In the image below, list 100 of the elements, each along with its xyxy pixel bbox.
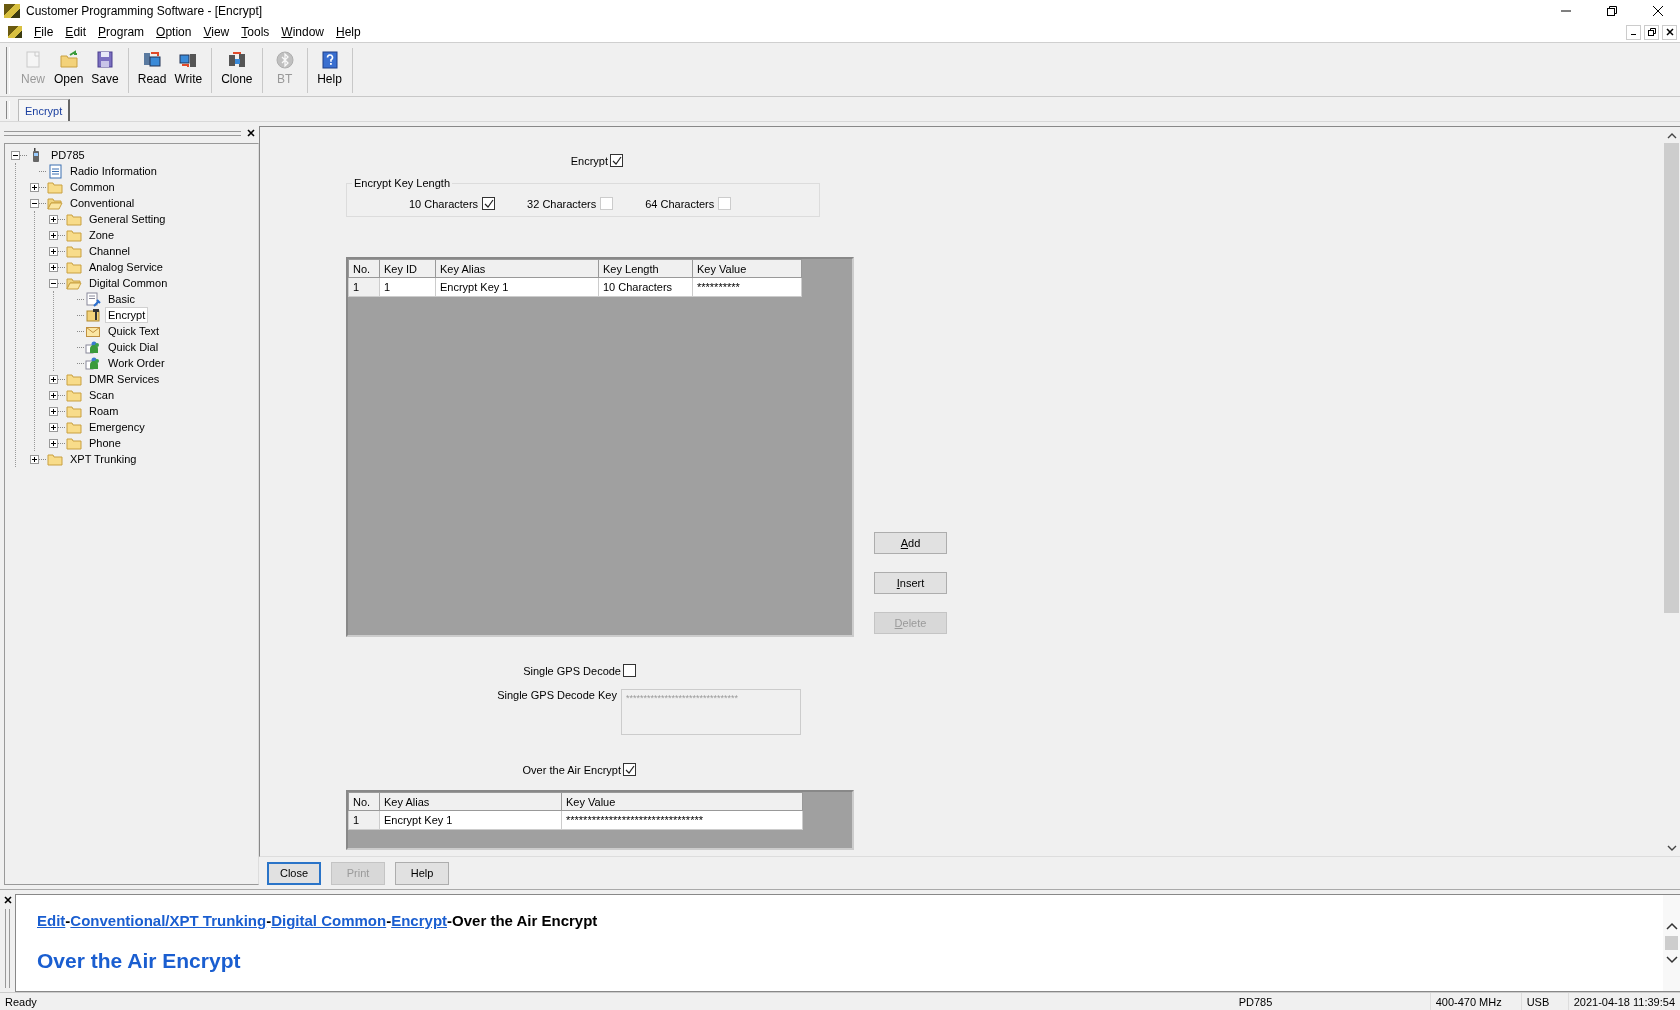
tree-item[interactable]: DMR Services: [86, 371, 163, 387]
expand-toggle[interactable]: [49, 422, 58, 432]
scroll-up-icon[interactable]: [1665, 922, 1678, 930]
tree-item[interactable]: Emergency: [86, 419, 148, 435]
restore-icon[interactable]: [1606, 5, 1618, 17]
checkbox[interactable]: [623, 763, 636, 776]
tree-item[interactable]: Phone: [86, 435, 124, 451]
menu-item[interactable]: Window: [275, 25, 330, 39]
tree-item[interactable]: PD785: [48, 147, 88, 163]
action-button[interactable]: Help: [395, 861, 449, 885]
tree-item[interactable]: Common: [67, 179, 118, 195]
close-icon[interactable]: [247, 129, 255, 137]
expand-toggle[interactable]: [49, 262, 58, 272]
open-folder-icon: [47, 195, 63, 211]
toolbar-button[interactable]: Open: [50, 45, 88, 96]
toolbar-button[interactable]: Clone: [217, 45, 257, 96]
tree-item[interactable]: Roam: [86, 403, 122, 419]
tree-item[interactable]: Analog Service: [86, 259, 166, 275]
close-icon[interactable]: [1652, 5, 1664, 17]
checkbox[interactable]: [610, 154, 623, 167]
tree-item[interactable]: Conventional: [67, 195, 138, 211]
tree-item[interactable]: XPT Trunking: [67, 451, 140, 467]
column-header[interactable]: No.: [348, 792, 380, 811]
close-icon[interactable]: [1665, 28, 1674, 36]
group-title: Encrypt Key Length: [353, 177, 451, 189]
tree-item[interactable]: Zone: [86, 227, 118, 243]
scroll-down-icon[interactable]: [1665, 956, 1678, 964]
expand-toggle[interactable]: [49, 390, 58, 400]
folder-icon: [66, 211, 82, 227]
checkbox[interactable]: [482, 197, 496, 210]
menu-item[interactable]: View: [197, 25, 236, 39]
expand-toggle[interactable]: [49, 374, 58, 384]
status-text: USB: [1520, 993, 1568, 1010]
option-label: 64 Characters: [645, 197, 715, 210]
expand-toggle[interactable]: [49, 230, 58, 240]
field-label: Encrypt: [570, 154, 608, 167]
tree-item[interactable]: Digital Common: [86, 275, 171, 291]
status-text: 400-470 MHz: [1429, 993, 1521, 1010]
toolbar-button[interactable]: Read: [133, 45, 171, 96]
restore-icon[interactable]: [1647, 28, 1656, 36]
folder-icon: [66, 371, 82, 387]
close-button[interactable]: [1662, 24, 1677, 40]
column-header[interactable]: Key Alias: [435, 259, 599, 278]
menu-item[interactable]: Option: [150, 25, 198, 39]
scroll-thumb[interactable]: [1664, 143, 1679, 613]
toolbar-button[interactable]: Help: [312, 45, 347, 96]
tree-item[interactable]: Quick Dial: [105, 339, 162, 355]
tree-item[interactable]: Quick Text: [105, 323, 163, 339]
scrollbar[interactable]: [1663, 895, 1680, 991]
window-title: Customer Programming Software - [Encrypt]: [26, 4, 263, 18]
column-header[interactable]: Key Alias: [379, 792, 562, 811]
column-header[interactable]: Key ID: [379, 259, 436, 278]
column-header[interactable]: No.: [348, 259, 380, 278]
tree-item[interactable]: Encrypt: [105, 307, 149, 323]
action-button[interactable]: Insert: [874, 572, 947, 594]
tree-item[interactable]: Scan: [86, 387, 118, 403]
tree-item[interactable]: Work Order: [105, 355, 168, 371]
column-header[interactable]: Key Length: [598, 259, 693, 278]
column-header[interactable]: Key Value: [692, 259, 802, 278]
link[interactable]: Edit: [37, 912, 66, 929]
expand-toggle[interactable]: [49, 214, 58, 224]
toolbar-button[interactable]: Save: [87, 45, 123, 96]
menu-item[interactable]: File: [28, 25, 60, 39]
toolbar-button[interactable]: Write: [170, 45, 207, 96]
tree-item[interactable]: Basic: [105, 291, 138, 307]
restore-button[interactable]: [1644, 24, 1659, 40]
option-label: 32 Characters: [527, 197, 597, 210]
menu-item[interactable]: Tools: [235, 25, 276, 39]
column-header[interactable]: Key Value: [561, 792, 803, 811]
menu-item[interactable]: Help: [330, 25, 367, 39]
link[interactable]: Encrypt: [391, 912, 448, 929]
document-wrench-icon: [85, 291, 101, 307]
collapse-toggle[interactable]: [11, 150, 20, 160]
link[interactable]: Digital Common: [271, 912, 387, 929]
action-button[interactable]: Close: [267, 861, 321, 885]
collapse-toggle[interactable]: [30, 198, 39, 208]
field-label: Over the Air Encrypt: [522, 763, 621, 776]
tree-item[interactable]: Radio Information: [67, 163, 160, 179]
tab[interactable]: Encrypt: [18, 99, 71, 121]
link[interactable]: Conventional/XPT Trunking: [70, 912, 267, 929]
scroll-thumb[interactable]: [1665, 936, 1678, 950]
menu-item[interactable]: Edit: [59, 25, 93, 39]
folder-icon: [66, 435, 82, 451]
menu-item[interactable]: Program: [92, 25, 151, 39]
expand-toggle[interactable]: [30, 182, 39, 192]
expand-toggle[interactable]: [30, 454, 39, 464]
tree-item[interactable]: Channel: [86, 243, 133, 259]
radio-radio-icon: [226, 50, 247, 70]
expand-toggle[interactable]: [49, 438, 58, 448]
collapse-toggle[interactable]: [49, 278, 58, 288]
checkbox[interactable]: [623, 664, 636, 677]
option-label: 10 Characters: [409, 197, 479, 210]
close-icon[interactable]: [3, 896, 12, 904]
expand-toggle[interactable]: [49, 246, 58, 256]
expand-toggle[interactable]: [49, 406, 58, 416]
field-label: Single GPS Decode Key: [497, 689, 617, 703]
people-icon: [85, 355, 101, 371]
people-icon: [85, 339, 101, 355]
action-button[interactable]: Add: [874, 532, 947, 554]
tree-item[interactable]: General Setting: [86, 211, 169, 227]
